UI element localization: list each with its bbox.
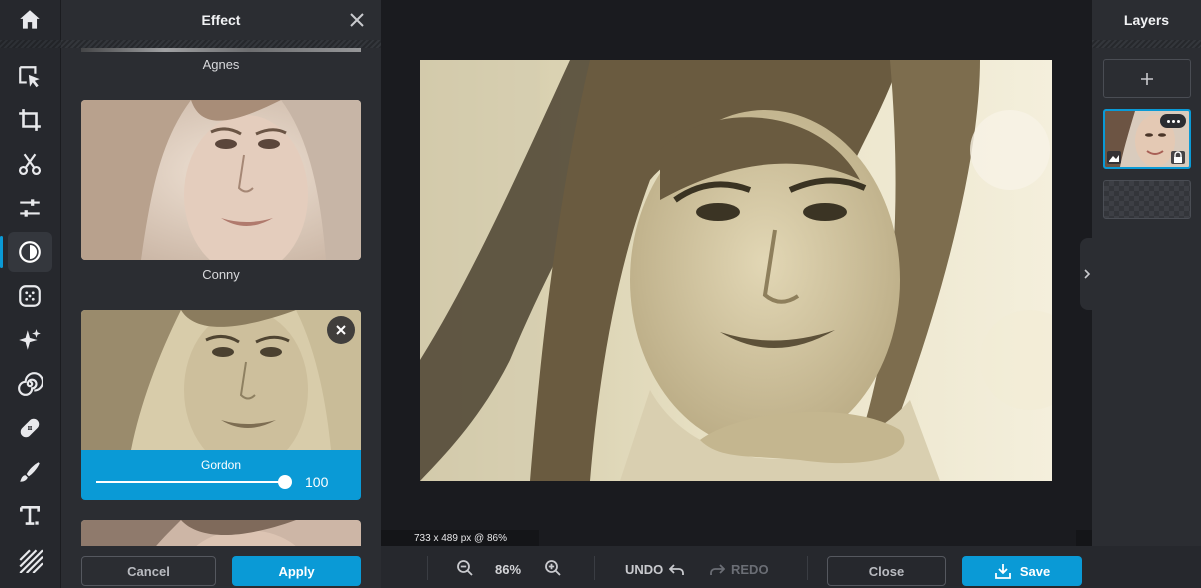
home-icon[interactable] xyxy=(8,0,52,40)
redo-button[interactable]: REDO xyxy=(709,562,769,577)
save-label: Save xyxy=(1019,563,1051,579)
canvas-stage: 733 x 489 px @ 86% xyxy=(381,0,1092,546)
close-icon[interactable] xyxy=(347,10,367,30)
layers-title: Layers xyxy=(1123,12,1170,28)
intensity-slider-handle[interactable] xyxy=(278,475,292,489)
cancel-button[interactable]: Cancel xyxy=(81,556,216,586)
download-icon xyxy=(994,564,1011,579)
save-button[interactable]: Save xyxy=(962,556,1082,586)
apply-button[interactable]: Apply xyxy=(232,556,361,586)
arrange-icon[interactable] xyxy=(8,57,52,97)
left-toolbar xyxy=(0,0,61,588)
zoom-in-icon[interactable] xyxy=(544,559,562,577)
intensity-value: 100 xyxy=(305,474,329,490)
effect-card-gordon-selected[interactable]: Gordon 100 xyxy=(81,310,361,500)
stripes-icon[interactable] xyxy=(8,540,52,580)
layer-item-transparent[interactable] xyxy=(1103,180,1191,219)
intensity-slider-track[interactable] xyxy=(96,481,286,483)
panel-divider xyxy=(61,40,381,48)
text-icon[interactable] xyxy=(8,496,52,536)
effect-thumbnail-agnes[interactable] xyxy=(81,48,361,52)
close-button[interactable]: Close xyxy=(827,556,946,586)
effect-thumbnail-conny[interactable] xyxy=(81,100,361,260)
effect-icon[interactable] xyxy=(0,232,52,272)
more-options-icon[interactable] xyxy=(1160,114,1186,128)
bottom-bar: 86% UNDO REDO Close Save xyxy=(381,546,1201,588)
spiral-icon[interactable] xyxy=(8,364,52,404)
canvas-dimensions-label: 733 x 489 px @ 86% xyxy=(381,530,539,546)
crop-icon[interactable] xyxy=(8,100,52,140)
bottom-divider xyxy=(427,556,428,580)
undo-label: UNDO xyxy=(625,562,664,577)
remove-effect-button[interactable] xyxy=(327,316,355,344)
effect-panel: Effect Agnes Conny Gordon 100 Cancel App… xyxy=(61,0,381,588)
layer-item-photo[interactable] xyxy=(1103,109,1191,169)
canvas-corner xyxy=(1076,530,1092,546)
sparkle-icon[interactable] xyxy=(8,320,52,360)
effect-thumbnail-next[interactable] xyxy=(81,520,361,546)
effect-list: Agnes Conny Gordon 100 xyxy=(61,48,381,546)
plus-icon xyxy=(1141,72,1153,85)
bottom-divider xyxy=(594,556,595,580)
add-layer-button[interactable] xyxy=(1103,59,1191,98)
photo-editor-app: Effect Agnes Conny Gordon 100 Cancel App… xyxy=(0,0,1201,588)
cut-icon[interactable] xyxy=(8,144,52,184)
bottom-divider xyxy=(807,556,808,580)
effect-label-agnes: Agnes xyxy=(202,57,240,72)
effect-label-gordon: Gordon xyxy=(200,458,242,472)
chevron-right-icon xyxy=(1084,269,1091,279)
undo-button[interactable]: UNDO xyxy=(625,562,685,577)
adjust-icon[interactable] xyxy=(8,188,52,228)
edited-photo[interactable] xyxy=(420,60,1052,481)
undo-icon xyxy=(669,563,685,575)
effect-panel-footer: Cancel Apply xyxy=(61,546,381,588)
bandaid-icon[interactable] xyxy=(8,408,52,448)
redo-label: REDO xyxy=(731,562,769,577)
redo-icon xyxy=(710,563,725,575)
texture-icon[interactable] xyxy=(8,276,52,316)
effect-panel-title: Effect xyxy=(201,12,241,28)
layers-divider xyxy=(1092,40,1201,48)
effect-label-conny: Conny xyxy=(202,267,240,282)
layers-panel: Layers xyxy=(1092,0,1201,588)
toolbar-divider xyxy=(0,40,61,48)
effect-intensity-bar: Gordon 100 xyxy=(81,450,361,500)
zoom-out-icon[interactable] xyxy=(456,559,474,577)
zoom-level[interactable]: 86% xyxy=(495,562,521,577)
brush-icon[interactable] xyxy=(8,452,52,492)
